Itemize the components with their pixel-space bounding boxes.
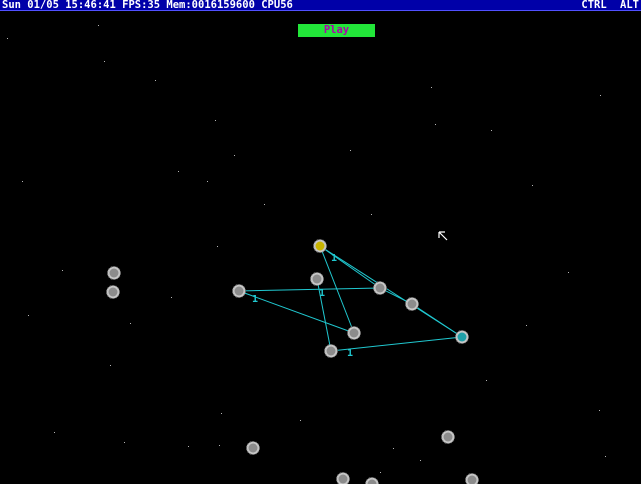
star [599, 410, 600, 411]
star [217, 246, 218, 247]
node-link [238, 287, 381, 292]
graph-node[interactable] [373, 281, 387, 295]
star [178, 171, 179, 172]
star [215, 120, 216, 121]
alt-key-indicator: ALT [620, 0, 639, 11]
star [124, 442, 125, 443]
star-field [7, 10, 606, 473]
star [568, 272, 569, 273]
star [110, 365, 111, 366]
node-link [319, 245, 463, 338]
game-field[interactable]: 1 1 1 1 [0, 0, 641, 484]
star [207, 181, 208, 182]
graph-nodes[interactable] [106, 239, 479, 484]
datetime-readout: Sun 01/05 15:46:41 [2, 0, 116, 11]
star [526, 325, 527, 326]
star [532, 185, 533, 186]
star [22, 181, 23, 182]
star [221, 413, 222, 414]
ctrl-key-indicator: CTRL [581, 0, 607, 11]
star [219, 445, 220, 446]
star [350, 150, 351, 151]
selected-node[interactable] [313, 239, 327, 253]
star [600, 95, 601, 96]
star [431, 87, 432, 88]
star [7, 38, 8, 39]
star [420, 460, 421, 461]
star [54, 432, 55, 433]
link-weight-label: 1 [252, 294, 258, 305]
star [28, 315, 29, 316]
star [234, 155, 235, 156]
star [104, 61, 105, 62]
mouse-pointer-icon [438, 231, 448, 241]
graph-node[interactable] [310, 272, 324, 286]
star [491, 130, 492, 131]
status-bar: Sun 01/05 15:46:41 FPS:35 Mem:0016159600… [0, 0, 641, 11]
star [62, 270, 63, 271]
system-readout: Sun 01/05 15:46:41 FPS:35 Mem:0016159600… [2, 0, 293, 11]
graph-node[interactable] [441, 430, 455, 444]
star [393, 448, 394, 449]
graph-node[interactable] [405, 297, 419, 311]
cpu-readout: CPU56 [261, 0, 293, 11]
graph-node[interactable] [455, 330, 469, 344]
graph-node[interactable] [336, 472, 350, 484]
graph-node[interactable] [347, 326, 361, 340]
star [155, 80, 156, 81]
link-weight-label: 1 [347, 348, 353, 359]
graph-node[interactable] [106, 285, 120, 299]
star [605, 456, 606, 457]
memory-readout: Mem:0016159600 [166, 0, 255, 11]
link-weight-label: 1 [319, 288, 325, 299]
link-weight-label: 1 [331, 253, 337, 264]
star [188, 446, 189, 447]
graph-node[interactable] [232, 284, 246, 298]
game-screen: 1 1 1 1 Sun 01/05 15:46:41 FPS:35 Mem:00… [0, 0, 641, 484]
graph-node[interactable] [465, 473, 479, 484]
play-button[interactable]: Play [298, 24, 375, 37]
graph-node[interactable] [107, 266, 121, 280]
star [300, 420, 301, 421]
star [98, 25, 99, 26]
link-weight-labels: 1 1 1 1 [252, 253, 353, 359]
star [435, 124, 436, 125]
modifier-keys: CTRL ALT [581, 0, 639, 11]
graph-node[interactable] [246, 441, 260, 455]
graph-node[interactable] [324, 344, 338, 358]
star [380, 472, 381, 473]
star [171, 297, 172, 298]
star [130, 323, 131, 324]
fps-readout: FPS:35 [122, 0, 161, 11]
star [371, 214, 372, 215]
star [486, 380, 487, 381]
star [264, 204, 265, 205]
graph-node[interactable] [365, 477, 379, 484]
